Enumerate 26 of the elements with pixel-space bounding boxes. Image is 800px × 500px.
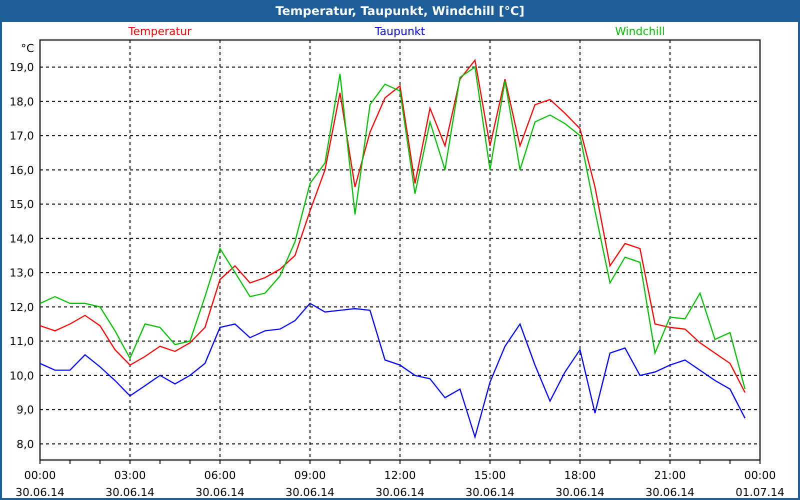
- y-axis-label: 17,0: [10, 130, 34, 143]
- y-axis-label: 18,0: [10, 95, 34, 108]
- x-axis-label: 12:00 30.06.14: [376, 469, 424, 498]
- y-axis-label: 12,0: [10, 300, 34, 314]
- x-axis-label: 18:00 30.06.14: [556, 469, 604, 498]
- y-axis-label: 13,0: [10, 266, 34, 280]
- y-axis-label: 10,0: [10, 369, 34, 382]
- axis-unit-label: °C: [20, 42, 34, 55]
- legend-label: Taupunkt: [374, 25, 426, 38]
- x-axis-label: 00:00 30.06.14: [16, 469, 64, 498]
- y-axis-label: 9,0: [16, 404, 34, 417]
- x-axis-label: 09:00 30.06.14: [286, 469, 334, 498]
- x-axis-label: 03:00 30.06.14: [106, 469, 154, 498]
- legend-label: Windchill: [615, 25, 665, 38]
- legend-label: Temperatur: [128, 25, 192, 38]
- window-title: Temperatur, Taupunkt, Windchill [°C]: [276, 4, 524, 18]
- x-axis-label: 15:00 30.06.14: [466, 469, 514, 498]
- y-axis-label: 8,0: [16, 438, 34, 451]
- x-axis-label: 21:00 30.06.14: [646, 469, 694, 498]
- y-axis-label: 16,0: [10, 164, 34, 177]
- y-axis-label: 11,0: [10, 335, 34, 348]
- y-axis-label: 15,0: [10, 198, 34, 212]
- x-axis-label: 06:00 30.06.14: [196, 469, 244, 498]
- y-axis-label: 14,0: [10, 232, 34, 246]
- y-axis-label: 19,0: [10, 61, 34, 74]
- x-axis-label: 00:00 01.07.14: [736, 469, 784, 498]
